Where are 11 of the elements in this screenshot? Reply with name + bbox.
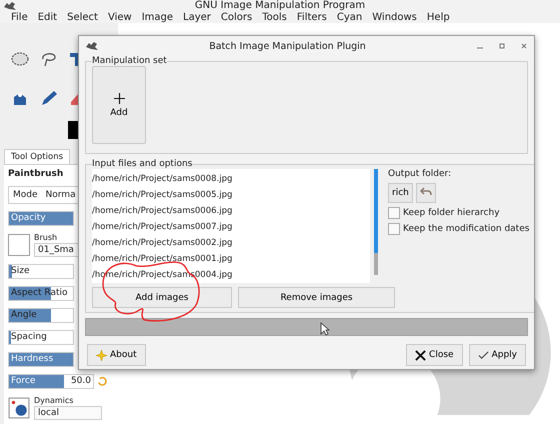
checkbox-label: Keep folder hierarchy	[403, 208, 500, 218]
checkbox-label: Keep the modification dates	[403, 224, 530, 234]
tool-name: Paintbrush	[8, 169, 64, 179]
brush-label: Brush	[34, 233, 58, 242]
mode-label: Mode	[13, 190, 38, 200]
group-title: Input files and options	[92, 159, 192, 169]
output-folder-label: Output folder:	[388, 169, 452, 179]
group-title: Manipulation set	[92, 56, 167, 66]
dynamics-label: Dynamics	[34, 396, 74, 405]
window-title: GNU Image Manipulation Program	[194, 0, 366, 11]
dialog-title: Batch Image Manipulation Plugin	[208, 40, 367, 52]
